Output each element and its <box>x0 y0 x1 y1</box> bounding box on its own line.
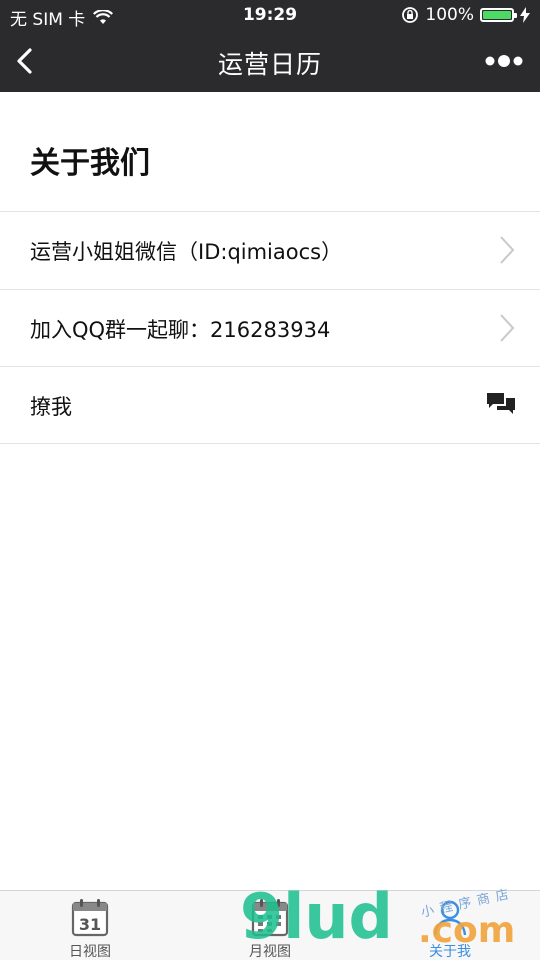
section-title: 关于我们 <box>30 146 150 181</box>
navigation-bar: 运营日历 <box>0 30 540 92</box>
list-item-qq-group[interactable]: 加入QQ群一起聊：216283934 <box>0 290 540 366</box>
tab-day-view[interactable]: 31 日视图 <box>0 891 180 961</box>
list-item-label: 运营小姐姐微信（ID:qimiaocs） <box>30 240 343 264</box>
battery-icon <box>480 8 517 22</box>
battery-percent: 100% <box>425 5 474 25</box>
tab-bar: 31 日视图 月视图 关于我 <box>0 890 540 960</box>
list-item-contact[interactable]: 撩我 <box>0 367 540 443</box>
tab-label: 日视图 <box>69 944 111 960</box>
list-item-label: 加入QQ群一起聊：216283934 <box>30 318 331 342</box>
tab-about-me[interactable]: 关于我 <box>360 891 540 961</box>
chevron-right-icon <box>500 314 515 342</box>
rotation-lock-icon <box>402 7 419 23</box>
chevron-right-icon <box>500 236 515 264</box>
divider <box>0 443 540 444</box>
more-dots-icon[interactable] <box>484 50 524 72</box>
chat-bubbles-icon <box>487 393 515 414</box>
tab-month-view[interactable]: 月视图 <box>180 891 360 961</box>
status-right: 100% <box>401 5 530 25</box>
calendar-grid-icon <box>251 899 289 937</box>
person-icon <box>433 900 467 936</box>
calendar-day-number: 31 <box>79 915 101 934</box>
list-item-wechat[interactable]: 运营小姐姐微信（ID:qimiaocs） <box>0 212 540 288</box>
tab-label: 月视图 <box>249 944 291 960</box>
calendar-31-icon: 31 <box>71 899 109 937</box>
list-item-label: 撩我 <box>30 395 72 419</box>
charging-bolt-icon <box>520 7 530 23</box>
status-bar: 无 SIM 卡 19:29 100% <box>0 0 540 30</box>
tab-label: 关于我 <box>429 944 471 960</box>
page-title: 运营日历 <box>217 50 322 79</box>
